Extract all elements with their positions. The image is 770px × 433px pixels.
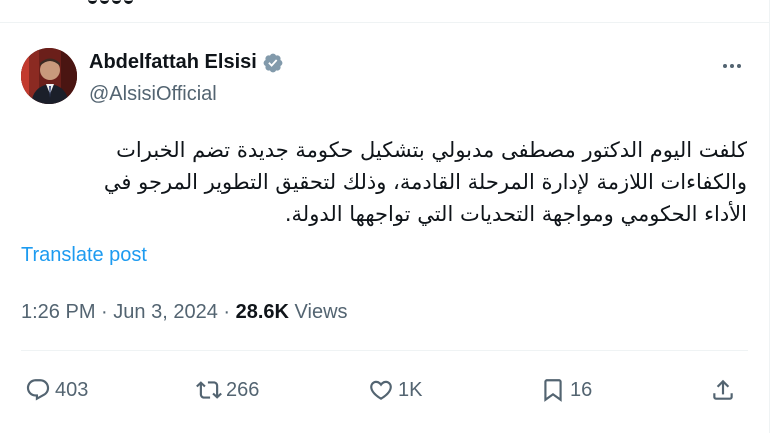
share-button[interactable] — [710, 375, 736, 405]
share-upload-icon — [713, 379, 733, 400]
bookmark-icon — [544, 379, 562, 402]
like-button[interactable]: 1K — [368, 375, 422, 405]
post-date[interactable]: Jun 3, 2024 — [113, 301, 218, 323]
translate-post-link[interactable]: Translate post — [21, 244, 147, 267]
actions-divider — [21, 350, 748, 351]
reply-count: 403 — [55, 378, 89, 401]
author-name-row: Abdelfattah Elsisi — [89, 51, 284, 74]
post-text: كلفت اليوم الدكتور مصطفى مدبولي بتشكيل ح… — [103, 138, 747, 226]
avatar-portrait-image — [21, 48, 77, 104]
repost-button[interactable]: 266 — [196, 375, 259, 405]
views-label: Views — [294, 301, 348, 323]
previous-post-fragment — [88, 0, 168, 6]
post-meta: 1:26 PM · Jun 3, 2024 · 28.6K Views — [21, 301, 348, 324]
verified-badge-icon[interactable] — [262, 52, 284, 74]
author-handle[interactable]: @AlsisiOfficial — [89, 83, 217, 106]
reply-button[interactable]: 403 — [25, 375, 88, 405]
meta-separator: · — [101, 301, 108, 323]
post-time[interactable]: 1:26 PM — [21, 301, 95, 323]
bookmark-button[interactable]: 16 — [540, 375, 592, 405]
avatar[interactable] — [21, 48, 77, 104]
views-count: 28.6K — [235, 301, 289, 323]
repost-arrows-icon — [196, 381, 222, 399]
top-divider — [0, 22, 770, 23]
post-detail-page: Abdelfattah Elsisi @AlsisiOfficial كلفت … — [0, 0, 770, 433]
meta-separator: · — [223, 301, 231, 323]
heart-icon — [370, 380, 392, 400]
like-count: 1K — [398, 378, 423, 401]
reply-bubble-icon — [26, 379, 50, 401]
more-horizontal-icon — [723, 64, 741, 68]
repost-count: 266 — [226, 378, 260, 401]
more-options-button[interactable] — [716, 54, 748, 78]
author-display-name[interactable]: Abdelfattah Elsisi — [89, 51, 257, 74]
bookmark-count: 16 — [570, 378, 593, 401]
